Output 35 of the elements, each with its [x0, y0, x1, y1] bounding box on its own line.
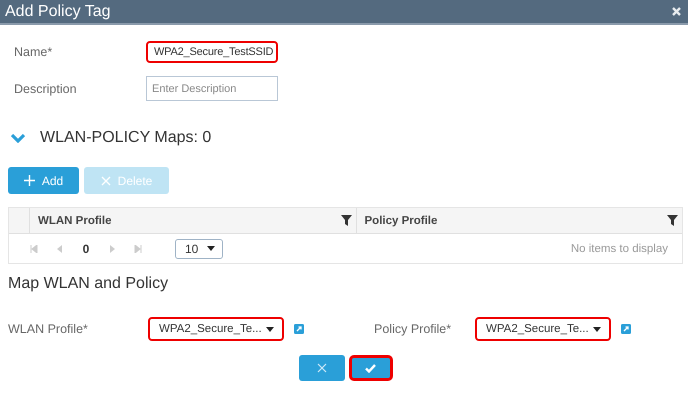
chevron-down-icon[interactable]	[10, 133, 26, 143]
field-label: Policy Profile*	[374, 322, 452, 336]
description-field[interactable]: Enter Description	[146, 76, 278, 101]
window-title: Add Policy Tag	[5, 2, 111, 20]
plus-icon	[24, 175, 35, 186]
page-number: 0	[82, 242, 90, 256]
close-icon[interactable]	[672, 7, 681, 16]
caret-icon	[593, 326, 601, 332]
column-header[interactable]: WLAN Profile	[30, 208, 356, 233]
profile-select[interactable]: WPA2_Secure_Te...	[148, 317, 284, 341]
name-field[interactable]: WPA2_Secure_TestSSID	[146, 40, 278, 62]
field-label: Name*	[13, 44, 54, 58]
checkmark-icon	[365, 364, 376, 372]
empty-message: No items to display	[570, 242, 669, 254]
field-label: Description	[13, 82, 78, 96]
field-label: WLAN Profile*	[8, 322, 89, 336]
external-link-icon[interactable]	[621, 324, 631, 334]
profile-select[interactable]: WPA2_Secure_Te...	[475, 317, 611, 341]
cancel-button[interactable]	[298, 355, 344, 381]
external-link-icon[interactable]	[294, 324, 304, 334]
filter-icon[interactable]	[667, 215, 678, 226]
column-header[interactable]: Policy Profile	[356, 208, 682, 233]
confirm-button[interactable]	[348, 355, 392, 381]
first-page-icon[interactable]	[30, 244, 38, 252]
previous-page-icon[interactable]	[56, 244, 64, 252]
section-title: WLAN-POLICY Maps: 0	[40, 129, 212, 147]
close-icon	[316, 363, 326, 373]
section-title: Map WLAN and Policy	[7, 274, 170, 294]
filter-icon[interactable]	[340, 215, 352, 226]
close-icon	[100, 176, 111, 186]
caret-icon	[266, 326, 274, 332]
last-page-icon[interactable]	[134, 244, 142, 252]
next-page-icon[interactable]	[108, 244, 116, 252]
page-size-select[interactable]: 10	[175, 238, 223, 258]
caret-icon	[207, 246, 215, 251]
